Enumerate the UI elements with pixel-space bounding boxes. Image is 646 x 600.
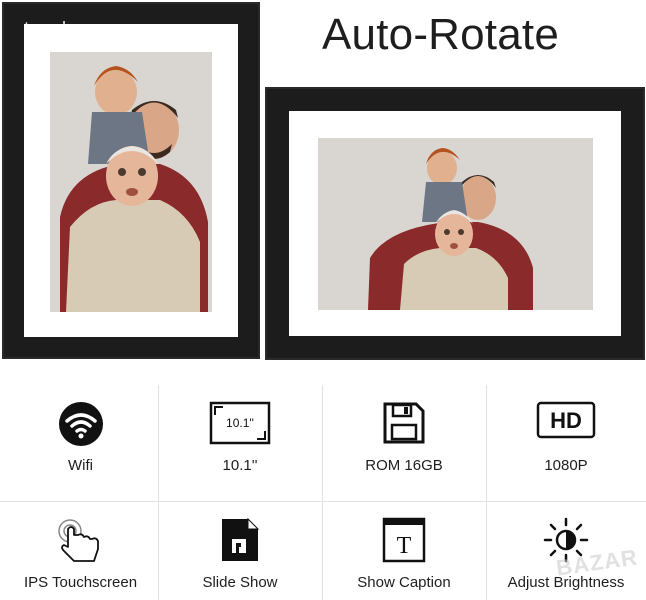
topshop-watermark: topshop [24, 19, 96, 40]
family-photo [50, 52, 212, 312]
family-photo [318, 138, 593, 310]
feature-show-caption: T Show Caption [322, 385, 486, 591]
landscape-photo-frame [265, 87, 645, 360]
portrait-photo-frame: topshop [2, 2, 260, 359]
feature-brightness: Adjust Brightness [486, 385, 646, 591]
caption-text-icon: T [322, 517, 486, 563]
grid-divider [0, 501, 646, 502]
feature-label: Show Caption [357, 574, 451, 591]
feature-touchscreen: IPS Touchscreen [0, 385, 161, 591]
auto-rotate-headline: Auto-Rotate [322, 10, 560, 59]
feature-label: IPS Touchscreen [23, 574, 138, 591]
feature-grid: Wifi 10.1'' 10.1'' ROM 16GB HD 1080P IPS… [0, 385, 646, 600]
caption-icon-text: T [397, 533, 412, 559]
feature-label: Slide Show [202, 574, 278, 591]
feature-slideshow: Slide Show [158, 385, 322, 591]
slideshow-file-icon [158, 517, 322, 563]
touch-hand-icon [0, 517, 161, 563]
